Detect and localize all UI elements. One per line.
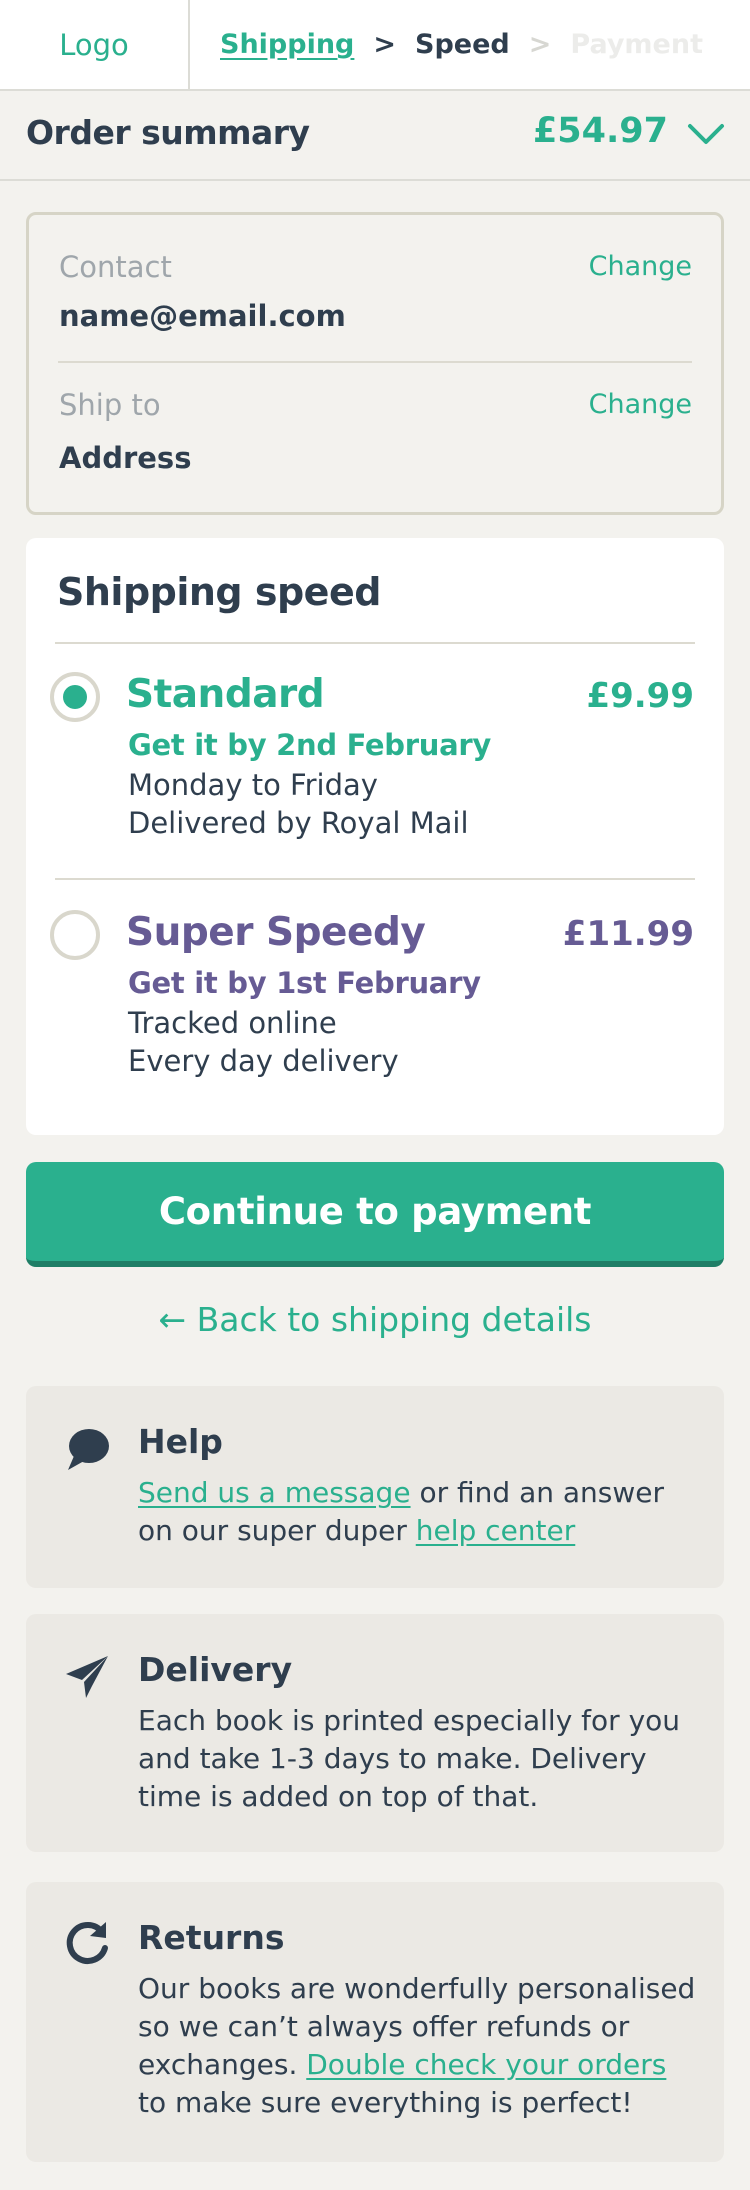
back-to-shipping-link[interactable]: ← Back to shipping details [0, 1300, 750, 1339]
contact-card: Contact Change name@email.com Ship to Ch… [26, 212, 724, 515]
breadcrumb: Shipping > Speed > Payment [220, 0, 703, 89]
shipping-speed-card: Shipping speed Standard £9.99 Get it by … [26, 538, 724, 1135]
help-text-part: or find an answer [410, 1476, 664, 1509]
help-panel: Help Send us a message or find an answer… [26, 1386, 724, 1588]
continue-to-payment-button[interactable]: Continue to payment [26, 1162, 724, 1267]
help-center-link[interactable]: help center [416, 1514, 576, 1547]
shipping-option-standard[interactable]: Standard £9.99 Get it by 2nd February Mo… [26, 672, 724, 872]
option-name: Super Speedy [126, 910, 426, 955]
option-eta: Get it by 1st February [128, 966, 481, 1000]
refresh-icon [66, 1921, 108, 1964]
contact-email: name@email.com [59, 299, 346, 333]
option-detail: Every day delivery [128, 1044, 399, 1078]
chat-bubble-icon [68, 1429, 109, 1470]
returns-line: to make sure everything is perfect! [138, 2086, 633, 2119]
divider [55, 878, 695, 880]
breadcrumb-shipping[interactable]: Shipping [220, 29, 354, 60]
returns-title: Returns [138, 1918, 285, 1957]
paper-plane-icon [66, 1656, 108, 1698]
shipping-option-super-speedy[interactable]: Super Speedy £11.99 Get it by 1st Februa… [26, 910, 724, 1110]
change-contact-link[interactable]: Change [589, 251, 692, 282]
delivery-title: Delivery [138, 1650, 293, 1689]
divider [58, 361, 692, 363]
option-detail: Delivered by Royal Mail [128, 806, 469, 840]
option-name: Standard [126, 672, 325, 717]
help-text: Send us a message or find an answer on o… [138, 1474, 698, 1550]
returns-line: Our books are wonderfully personalised [138, 1972, 696, 2005]
delivery-line: time is added on top of that. [138, 1780, 539, 1813]
contact-label: Contact [59, 250, 172, 284]
breadcrumb-payment: Payment [570, 29, 704, 60]
help-text-part: on our super duper [138, 1514, 416, 1547]
returns-text: Our books are wonderfully personalised s… [138, 1970, 698, 2122]
send-message-link[interactable]: Send us a message [138, 1476, 411, 1509]
order-summary-toggle[interactable]: Order summary £54.97 [0, 91, 750, 181]
returns-panel: Returns Our books are wonderfully person… [26, 1882, 724, 2162]
divider [55, 642, 695, 644]
top-bar: Logo Shipping > Speed > Payment [0, 0, 750, 91]
help-title: Help [138, 1422, 223, 1461]
option-eta: Get it by 2nd February [128, 728, 491, 762]
option-detail: Monday to Friday [128, 768, 378, 802]
returns-line: so we can’t always offer refunds or [138, 2010, 630, 2043]
chevron-down-icon[interactable] [686, 117, 726, 151]
logo[interactable]: Logo [0, 0, 190, 89]
option-price: £11.99 [562, 914, 694, 954]
breadcrumb-separator: > [528, 29, 552, 60]
double-check-orders-link[interactable]: Double check your orders [306, 2048, 666, 2081]
delivery-line: Each book is printed especially for you [138, 1704, 681, 1737]
radio-standard[interactable] [50, 672, 100, 722]
breadcrumb-speed: Speed [415, 29, 510, 60]
ship-to-address: Address [59, 441, 192, 475]
change-address-link[interactable]: Change [589, 389, 692, 420]
order-total: £54.97 [532, 111, 668, 151]
delivery-text: Each book is printed especially for you … [138, 1702, 698, 1816]
returns-line: exchanges. [138, 2048, 307, 2081]
shipping-speed-title: Shipping speed [57, 570, 381, 614]
radio-super-speedy[interactable] [50, 910, 100, 960]
radio-selected-dot [63, 685, 87, 709]
option-price: £9.99 [586, 676, 694, 716]
ship-to-label: Ship to [59, 388, 161, 422]
order-summary-label: Order summary [26, 113, 310, 152]
option-detail: Tracked online [128, 1006, 337, 1040]
delivery-line: and take 1-3 days to make. Delivery [138, 1742, 647, 1775]
breadcrumb-separator: > [373, 29, 397, 60]
delivery-panel: Delivery Each book is printed especially… [26, 1614, 724, 1852]
